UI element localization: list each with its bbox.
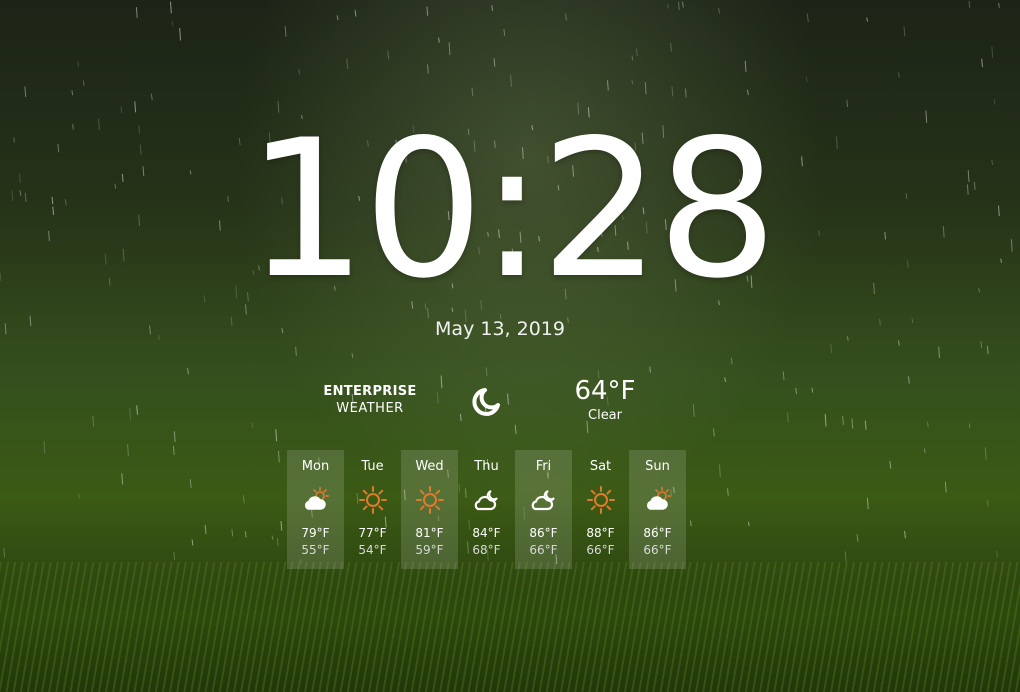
forecast-day-label: Tue bbox=[361, 459, 384, 474]
forecast-high: 86°F bbox=[643, 526, 672, 540]
forecast-day-label: Fri bbox=[535, 459, 552, 474]
forecast-day-label: Mon bbox=[301, 459, 330, 474]
clock-time: 10:28 bbox=[246, 99, 778, 320]
sun-icon bbox=[415, 485, 445, 515]
forecast-day-mon: Mon 79°F 55°F bbox=[287, 450, 344, 569]
partly-cloudy-icon bbox=[643, 485, 673, 515]
current-temperature: 64°F bbox=[574, 376, 636, 406]
sun-icon bbox=[586, 485, 616, 515]
forecast-low: 66°F bbox=[643, 543, 672, 557]
current-weather: 64°F Clear bbox=[560, 376, 650, 423]
forecast-high: 86°F bbox=[529, 526, 558, 540]
brand-logo: ENTERPRISE WEATHER bbox=[318, 384, 422, 416]
forecast-low: 59°F bbox=[415, 543, 444, 557]
brand-line-1: ENTERPRISE bbox=[323, 384, 417, 399]
forecast-low: 66°F bbox=[529, 543, 558, 557]
forecast-low: 54°F bbox=[358, 543, 387, 557]
forecast-day-label: Sun bbox=[645, 459, 670, 474]
forecast-high: 79°F bbox=[301, 526, 330, 540]
forecast-strip: Mon 79°F 55°F Tue 77°F 54°F Wed 81°F 59°F Thu 84°F… bbox=[287, 450, 686, 569]
sun-icon bbox=[358, 485, 388, 515]
forecast-day-sun: Sun 86°F 66°F bbox=[629, 450, 686, 569]
moon-icon bbox=[468, 384, 504, 420]
forecast-high: 77°F bbox=[358, 526, 387, 540]
current-condition: Clear bbox=[588, 408, 622, 423]
forecast-day-label: Wed bbox=[415, 459, 444, 474]
forecast-day-tue: Tue 77°F 54°F bbox=[344, 450, 401, 569]
forecast-day-wed: Wed 81°F 59°F bbox=[401, 450, 458, 569]
forecast-day-sat: Sat 88°F 66°F bbox=[572, 450, 629, 569]
partly-cloudy-icon bbox=[301, 485, 331, 515]
forecast-day-thu: Thu 84°F 68°F bbox=[458, 450, 515, 569]
forecast-low: 55°F bbox=[301, 543, 330, 557]
forecast-high: 84°F bbox=[472, 526, 501, 540]
forecast-high: 88°F bbox=[586, 526, 615, 540]
partly-cloudy-night-icon bbox=[472, 485, 502, 515]
clock-date: May 13, 2019 bbox=[435, 318, 565, 340]
brand-line-2: WEATHER bbox=[336, 401, 404, 416]
partly-cloudy-night-icon bbox=[529, 485, 559, 515]
forecast-low: 66°F bbox=[586, 543, 615, 557]
forecast-day-label: Sat bbox=[589, 459, 612, 474]
forecast-day-fri: Fri 86°F 66°F bbox=[515, 450, 572, 569]
forecast-low: 68°F bbox=[472, 543, 501, 557]
forecast-day-label: Thu bbox=[474, 459, 499, 474]
grass-background bbox=[0, 562, 1020, 692]
forecast-high: 81°F bbox=[415, 526, 444, 540]
